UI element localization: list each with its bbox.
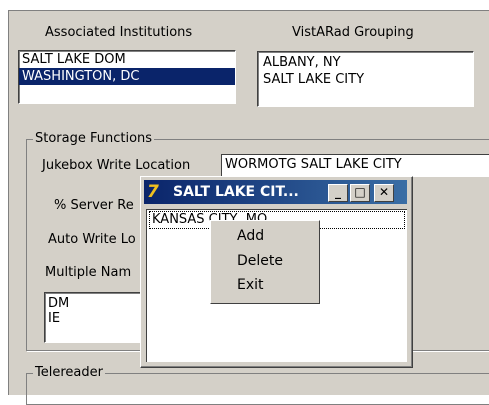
telereader-title: Telereader	[33, 365, 105, 380]
institution-item-0[interactable]: SALT LAKE DOM	[19, 51, 235, 68]
grouping-item-0[interactable]: ALBANY, NY	[258, 54, 473, 71]
jukebox-write-location-label: Jukebox Write Location	[42, 158, 191, 173]
app-icon: 7	[147, 182, 159, 202]
menu-item-delete[interactable]: Delete	[237, 253, 283, 269]
auto-write-location-label: Auto Write Lo	[48, 232, 136, 247]
maximize-button[interactable]: □	[350, 184, 370, 202]
context-menu: Add Delete Exit	[210, 220, 320, 304]
storage-functions-title: Storage Functions	[33, 131, 155, 146]
vistarad-grouping-listbox[interactable]: ALBANY, NY SALT LAKE CITY	[257, 51, 474, 107]
close-button[interactable]: ✕	[374, 184, 394, 202]
window-titlebar[interactable]: 7 SALT LAKE CIT... _ □ ✕	[144, 180, 407, 204]
grouping-item-1[interactable]: SALT LAKE CITY	[258, 71, 473, 88]
server-reserve-label: % Server Re	[54, 198, 134, 213]
jukebox-write-location-field[interactable]: WORMOTG SALT LAKE CITY	[221, 154, 489, 177]
minimize-button[interactable]: _	[328, 184, 348, 202]
vistarad-grouping-label: VistARad Grouping	[292, 25, 414, 40]
menu-item-exit[interactable]: Exit	[237, 277, 264, 293]
window-title: SALT LAKE CIT...	[173, 184, 299, 200]
menu-item-add[interactable]: Add	[237, 228, 264, 244]
multiple-names-label: Multiple Nam	[45, 265, 132, 280]
institutions-listbox[interactable]: SALT LAKE DOM WASHINGTON, DC	[18, 50, 236, 104]
associated-institutions-label: Associated Institutions	[45, 25, 193, 40]
institution-item-1[interactable]: WASHINGTON, DC	[19, 68, 235, 85]
